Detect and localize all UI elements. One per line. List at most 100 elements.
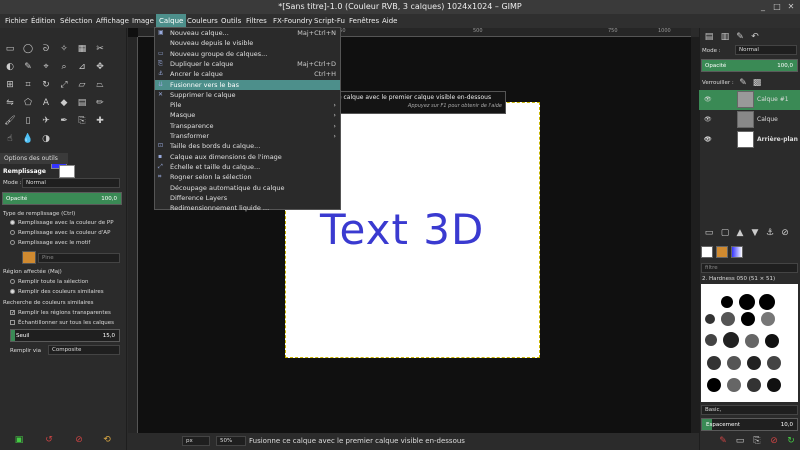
- brush-filter-input[interactable]: filtre: [701, 263, 798, 273]
- menu-couleurs[interactable]: Couleurs: [184, 14, 221, 28]
- brush-delete-icon[interactable]: ⊘: [767, 434, 781, 448]
- smudge-icon[interactable]: ☝: [3, 132, 17, 146]
- undo-tab-icon[interactable]: ↶: [748, 30, 762, 44]
- paths-icon[interactable]: ✎: [21, 60, 35, 74]
- threshold-slider[interactable]: Seuil 15,0: [10, 329, 120, 342]
- fill-type-pattern[interactable]: Remplissage avec le motif: [10, 239, 90, 247]
- new-layer-icon[interactable]: ▭: [702, 226, 716, 240]
- brush-preview[interactable]: [727, 378, 741, 392]
- color-select-icon[interactable]: ▦: [75, 42, 89, 56]
- brush-preview[interactable]: [739, 294, 755, 310]
- paintbrush-icon[interactable]: 🖌: [3, 114, 17, 128]
- brush-preview[interactable]: [747, 356, 761, 370]
- layer-mode-select[interactable]: Normal: [735, 45, 797, 55]
- brush-preview[interactable]: [705, 314, 715, 324]
- brush-preview[interactable]: [765, 334, 779, 348]
- unit-select[interactable]: px: [182, 436, 210, 446]
- menu-filtres[interactable]: Filtres: [243, 14, 270, 28]
- brush-preview[interactable]: [723, 332, 739, 348]
- brush-refresh-icon[interactable]: ↻: [784, 434, 798, 448]
- brush-preview[interactable]: [705, 334, 717, 346]
- pattern-name[interactable]: Pine: [38, 253, 120, 263]
- close-icon[interactable]: ✕: [786, 2, 796, 12]
- raise-layer-icon[interactable]: ▲: [733, 226, 747, 240]
- menu-item-merge-down[interactable]: ⇊ Fusionner vers le bas: [155, 79, 340, 90]
- fill-via-select[interactable]: Composite: [48, 345, 120, 355]
- reset-options-icon[interactable]: ⟲: [100, 433, 114, 447]
- menu-item-liquid-rescale[interactable]: Redimensionnement liquide ...: [155, 203, 340, 213]
- brushes-tab-icon[interactable]: [701, 246, 713, 258]
- lock-pixels-icon[interactable]: ✎: [736, 76, 750, 90]
- menu-item-autocrop[interactable]: Découpage automatique du calque: [155, 183, 340, 193]
- menu-item-new-group[interactable]: ▭ Nouveau groupe de calques...: [155, 49, 340, 59]
- crop-icon[interactable]: ⌗: [21, 78, 35, 92]
- layer-row[interactable]: 👁 Calque: [699, 110, 800, 130]
- brush-preview[interactable]: [707, 378, 721, 392]
- check-transparent[interactable]: ✓ Remplir les régions transparentes: [10, 309, 111, 317]
- layer-opacity-slider[interactable]: Opacité 100,0: [701, 59, 798, 72]
- move-icon[interactable]: ✥: [93, 60, 107, 74]
- brush-preview[interactable]: [767, 356, 781, 370]
- menu-item-layer-to-image-size[interactable]: ▪ Calque aux dimensions de l'image: [155, 152, 340, 162]
- menu-script-fu[interactable]: Script-Fu: [311, 14, 348, 28]
- anchor-icon[interactable]: ⚓: [763, 226, 777, 240]
- bucket-fill-icon[interactable]: ◆: [57, 96, 71, 110]
- clone-icon[interactable]: ⎘: [75, 114, 89, 128]
- layer-row[interactable]: 👁 Arrière-plan: [699, 130, 800, 150]
- menu-calque[interactable]: Calque: [156, 14, 187, 28]
- channels-tab-icon[interactable]: ▥: [718, 30, 732, 44]
- dodge-burn-icon[interactable]: ◑: [39, 132, 53, 146]
- layer-row[interactable]: 👁 Calque #1: [699, 90, 800, 110]
- menu-item-new-layer[interactable]: ▣ Nouveau calque... Maj+Ctrl+N: [155, 28, 340, 38]
- blend-icon[interactable]: ▤: [75, 96, 89, 110]
- spacing-slider[interactable]: Espacement 10,0: [701, 418, 798, 431]
- menu-item-new-from-visible[interactable]: Nouveau depuis le visible: [155, 38, 340, 48]
- brush-preview[interactable]: [761, 312, 775, 326]
- fill-type-bg[interactable]: Remplissage avec la couleur d'AP: [10, 229, 110, 237]
- brush-preview[interactable]: [747, 378, 761, 392]
- perspective-icon[interactable]: ⏢: [93, 78, 107, 92]
- ellipse-select-icon[interactable]: ◯: [21, 42, 35, 56]
- measure-icon[interactable]: ⊿: [75, 60, 89, 74]
- layers-tab-icon[interactable]: ▤: [702, 30, 716, 44]
- lasso-icon[interactable]: ᘐ: [39, 42, 53, 56]
- menu-affichage[interactable]: Affichage: [93, 14, 132, 28]
- brush-edit-icon[interactable]: ✎: [716, 434, 730, 448]
- brush-grid[interactable]: [701, 284, 798, 402]
- brush-preview[interactable]: [745, 334, 759, 348]
- blur-icon[interactable]: 💧: [21, 132, 35, 146]
- menu-item-transparency[interactable]: Transparence ›: [155, 121, 340, 131]
- menu-item-anchor[interactable]: ⚓ Ancrer le calque Ctrl+H: [155, 69, 340, 79]
- cage-icon[interactable]: ⬠: [21, 96, 35, 110]
- text-tool-icon[interactable]: A: [39, 96, 53, 110]
- flip-icon[interactable]: ⇋: [3, 96, 17, 110]
- color-picker-icon[interactable]: ⌖: [39, 60, 53, 74]
- brush-preview[interactable]: [727, 356, 741, 370]
- menu-item-transform[interactable]: Transformer ›: [155, 131, 340, 141]
- menu-item-duplicate[interactable]: ⎘ Dupliquer le calque Maj+Ctrl+D: [155, 59, 340, 69]
- eye-icon[interactable]: 👁: [704, 130, 712, 150]
- paths-tab-icon[interactable]: ✎: [733, 30, 747, 44]
- eraser-icon[interactable]: ▯: [21, 114, 35, 128]
- opacity-slider[interactable]: Opacité 100,0: [2, 192, 122, 205]
- check-sample-merged[interactable]: Échantillonner sur tous les calques: [10, 319, 114, 327]
- zoom-icon[interactable]: ⌕: [57, 60, 71, 74]
- rect-select-icon[interactable]: ▭: [3, 42, 17, 56]
- menu-outils[interactable]: Outils: [218, 14, 244, 28]
- brush-preview[interactable]: [767, 378, 781, 392]
- scissors-icon[interactable]: ✂: [93, 42, 107, 56]
- area-selection[interactable]: Remplir toute la sélection: [10, 278, 89, 286]
- pattern-swatch[interactable]: [22, 251, 36, 264]
- menu-item-mask[interactable]: Masque ›: [155, 110, 340, 120]
- rotate-icon[interactable]: ↻: [39, 78, 53, 92]
- align-icon[interactable]: ⊞: [3, 78, 17, 92]
- fill-type-fg[interactable]: Remplissage avec la couleur de PP: [10, 219, 114, 227]
- menu-item-boundary-size[interactable]: ⊡ Taille des bords du calque...: [155, 141, 340, 151]
- brush-preview[interactable]: [721, 312, 735, 326]
- menu-fenetres[interactable]: Fenêtres: [346, 14, 382, 28]
- heal-icon[interactable]: ✚: [93, 114, 107, 128]
- brush-duplicate-icon[interactable]: ⎘: [750, 434, 764, 448]
- fuzzy-select-icon[interactable]: ✧: [57, 42, 71, 56]
- shear-icon[interactable]: ▱: [75, 78, 89, 92]
- lock-alpha-icon[interactable]: ▩: [750, 76, 764, 90]
